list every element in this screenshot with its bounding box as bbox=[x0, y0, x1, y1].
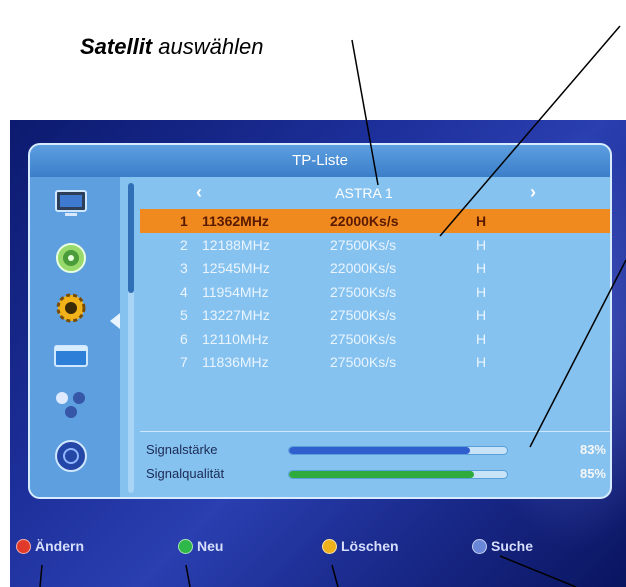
yellow-key-button[interactable]: Löschen bbox=[322, 532, 399, 560]
signal-panel: Signalstärke 83% Signalqualität 85% bbox=[140, 431, 610, 491]
satellite-next-button[interactable]: › bbox=[530, 182, 536, 203]
red-key-button[interactable]: Ändern bbox=[16, 532, 84, 560]
transponder-polarization: H bbox=[476, 354, 487, 370]
transponder-number: 4 bbox=[180, 283, 188, 300]
transponder-frequency: 12545MHz bbox=[202, 260, 270, 276]
media-folder-icon[interactable] bbox=[52, 339, 90, 373]
transponder-frequency: 11836MHz bbox=[202, 354, 269, 370]
transponder-row[interactable]: 1 11362MHz 22000Ks/s H bbox=[140, 209, 610, 233]
transponder-number: 7 bbox=[180, 354, 188, 370]
transponder-row[interactable]: 6 12110MHz 27500Ks/s H bbox=[140, 327, 610, 351]
transponder-symbol-rate: 27500Ks/s bbox=[330, 354, 397, 370]
caption-rest: auswählen bbox=[152, 34, 264, 59]
transponder-polarization: H bbox=[476, 260, 487, 276]
signal-quality-percent: 85% bbox=[579, 466, 606, 481]
transponder-symbol-rate: 27500Ks/s bbox=[330, 307, 397, 323]
transponder-polarization: H bbox=[476, 213, 487, 229]
transponder-symbol-rate: 22000Ks/s bbox=[330, 260, 397, 276]
globe-icon[interactable] bbox=[52, 439, 90, 473]
blue-key-button[interactable]: Suche bbox=[472, 532, 533, 560]
green-key-icon bbox=[178, 538, 193, 554]
satellite-dish-icon[interactable] bbox=[52, 241, 90, 275]
satellite-prev-button[interactable]: ‹ bbox=[196, 182, 202, 203]
color-key-bar: Ändern Neu Löschen Suche bbox=[10, 532, 626, 562]
transponder-number: 5 bbox=[180, 307, 188, 323]
tp-list-panel: TP-Liste ‹ ASTRA 1 › 1 11362MHz 22000Ks/… bbox=[28, 143, 612, 499]
signal-strength-bar bbox=[288, 446, 508, 455]
blue-key-icon bbox=[472, 538, 487, 554]
menu-sidebar bbox=[30, 177, 120, 497]
red-key-label: Ändern bbox=[35, 538, 84, 554]
signal-strength-row: Signalstärke 83% bbox=[140, 438, 610, 462]
signal-quality-row: Signalqualität 85% bbox=[140, 462, 610, 486]
blue-key-label: Suche bbox=[491, 538, 534, 554]
transponder-row[interactable]: 7 11836MHz 27500Ks/s H bbox=[140, 350, 610, 374]
transponder-row[interactable]: 3 12545MHz 22000Ks/s H bbox=[140, 256, 610, 280]
transponder-polarization: H bbox=[476, 283, 487, 300]
transponder-symbol-rate: 27500Ks/s bbox=[330, 330, 397, 347]
transponder-row[interactable]: 4 11954MHz 27500Ks/s H bbox=[140, 280, 610, 304]
transponder-symbol-rate: 27500Ks/s bbox=[330, 236, 397, 253]
signal-strength-percent: 83% bbox=[579, 442, 606, 457]
transponder-number: 2 bbox=[180, 236, 188, 253]
caption-bold: Satellit bbox=[80, 34, 153, 59]
transponder-row[interactable]: 2 12188MHz 27500Ks/s H bbox=[140, 233, 610, 257]
transponder-number: 3 bbox=[180, 260, 188, 276]
tv-icon[interactable] bbox=[52, 187, 90, 221]
transponder-row[interactable]: 5 13227MHz 27500Ks/s H bbox=[140, 303, 610, 327]
green-key-button[interactable]: Neu bbox=[178, 532, 223, 560]
list-scroll-thumb[interactable] bbox=[128, 183, 134, 293]
transponder-number: 6 bbox=[180, 330, 188, 347]
satellite-name: ASTRA 1 bbox=[335, 185, 393, 201]
yellow-key-icon bbox=[322, 538, 337, 554]
signal-quality-label: Signalqualität bbox=[146, 466, 225, 481]
panel-title: TP-Liste bbox=[30, 145, 610, 177]
transponder-frequency: 13227MHz bbox=[202, 307, 270, 323]
signal-quality-fill bbox=[289, 471, 475, 478]
transponder-frequency: 12110MHz bbox=[202, 330, 269, 347]
network-icon[interactable] bbox=[52, 387, 90, 421]
transponder-frequency: 12188MHz bbox=[202, 236, 270, 253]
transponder-symbol-rate: 22000Ks/s bbox=[330, 213, 399, 229]
signal-strength-label: Signalstärke bbox=[146, 442, 218, 457]
signal-strength-fill bbox=[289, 447, 470, 454]
transponder-symbol-rate: 27500Ks/s bbox=[330, 283, 397, 300]
green-key-label: Neu bbox=[197, 538, 224, 554]
transponder-frequency: 11362MHz bbox=[202, 213, 269, 229]
transponder-polarization: H bbox=[476, 330, 487, 347]
tv-screen: TP-Liste ‹ ASTRA 1 › 1 11362MHz 22000Ks/… bbox=[10, 120, 626, 587]
red-key-icon bbox=[16, 538, 31, 554]
selected-menu-arrow bbox=[110, 313, 120, 329]
yellow-key-label: Löschen bbox=[341, 538, 399, 554]
transponder-polarization: H bbox=[476, 307, 487, 323]
transponder-list: 1 11362MHz 22000Ks/s H 2 12188MHz 27500Ks/s H 3 1… bbox=[140, 209, 610, 374]
transponder-number: 1 bbox=[180, 213, 188, 229]
settings-gear-icon[interactable] bbox=[52, 291, 90, 325]
satellite-selector[interactable]: ‹ ASTRA 1 › bbox=[140, 179, 580, 207]
caption: Satellit auswählen bbox=[80, 34, 263, 60]
transponder-frequency: 11954MHz bbox=[202, 283, 269, 300]
signal-quality-bar bbox=[288, 470, 508, 479]
transponder-polarization: H bbox=[476, 236, 487, 253]
